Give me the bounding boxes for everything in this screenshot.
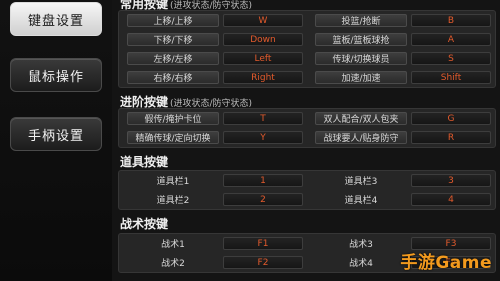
site-watermark: 手游Game (400, 253, 492, 273)
tab-gamepad-settings[interactable]: 手柄设置 (10, 117, 102, 151)
key-binding-field[interactable]: B (411, 14, 491, 27)
key-binding-field[interactable]: Right (223, 71, 303, 84)
key-binding-field[interactable]: S (411, 52, 491, 65)
action-label: 加速/加速 (315, 71, 407, 84)
tab-mouse-controls[interactable]: 鼠标操作 (10, 58, 102, 92)
key-row: 道具栏1 1 道具栏3 3 (119, 172, 495, 190)
tab-keyboard-settings[interactable]: 键盘设置 (10, 2, 102, 36)
action-label: 篮板/篮板球抢 (315, 33, 407, 46)
action-label: 上移/上移 (127, 14, 219, 27)
key-binding-field[interactable]: 4 (411, 193, 491, 206)
section-title-items-text: 道具按键 (120, 155, 169, 169)
key-row: 右移/右移 Right 加速/加速 Shift (119, 69, 495, 87)
key-row: 下移/下移 Down 篮板/篮板球抢 A (119, 31, 495, 49)
action-label: 战球要人/贴身防守 (315, 131, 407, 144)
section-title-advanced-text: 进阶按键 (120, 95, 169, 109)
action-label: 战术1 (161, 240, 185, 250)
action-label: 道具栏2 (156, 196, 190, 206)
key-binding-field[interactable]: W (223, 14, 303, 27)
key-row: 上移/上移 W 投篮/抢断 B (119, 12, 495, 30)
key-binding-field[interactable]: Shift (411, 71, 491, 84)
action-label: 道具栏1 (156, 177, 190, 187)
key-binding-field[interactable]: Y (223, 131, 303, 144)
action-label: 传球/切换球员 (315, 52, 407, 65)
action-label: 战术4 (349, 259, 373, 269)
action-label: 下移/下移 (127, 33, 219, 46)
key-binding-field[interactable]: F2 (223, 256, 303, 269)
advanced-keys-panel: 假传/掩护卡位 T 双人配合/双人包夹 G 精确传球/定向切换 Y 战球要人/贴… (118, 108, 496, 148)
key-binding-field[interactable]: G (411, 112, 491, 125)
action-label: 战术3 (349, 240, 373, 250)
settings-main: 常用按键 (进攻状态/防守状态) 上移/上移 W 投篮/抢断 B 下移/下移 Do… (112, 0, 500, 281)
section-title-items: 道具按键 (120, 153, 168, 170)
section-title-tactics-text: 战术按键 (120, 217, 169, 231)
item-keys-panel: 道具栏1 1 道具栏3 3 道具栏2 2 道具栏4 4 (118, 170, 496, 210)
action-label: 双人配合/双人包夹 (315, 112, 407, 125)
basic-keys-panel: 上移/上移 W 投篮/抢断 B 下移/下移 Down 篮板/篮板球抢 A 左移/… (118, 10, 496, 88)
key-binding-field[interactable]: 2 (223, 193, 303, 206)
section-title-tactics: 战术按键 (120, 215, 168, 232)
action-label: 精确传球/定向切换 (127, 131, 219, 144)
action-label: 左移/左移 (127, 52, 219, 65)
key-row: 假传/掩护卡位 T 双人配合/双人包夹 G (119, 110, 495, 128)
key-row: 左移/左移 Left 传球/切换球员 S (119, 50, 495, 68)
action-label: 道具栏4 (344, 196, 378, 206)
key-binding-field[interactable]: R (411, 131, 491, 144)
key-binding-field[interactable]: Down (223, 33, 303, 46)
action-label: 道具栏3 (344, 177, 378, 187)
key-row: 道具栏2 2 道具栏4 4 (119, 191, 495, 209)
action-label: 投篮/抢断 (315, 14, 407, 27)
action-label: 战术2 (161, 259, 185, 269)
action-label: 右移/右移 (127, 71, 219, 84)
key-binding-field[interactable]: A (411, 33, 491, 46)
key-row: 精确传球/定向切换 Y 战球要人/贴身防守 R (119, 129, 495, 147)
settings-sidebar: 键盘设置 鼠标操作 手柄设置 (0, 0, 112, 281)
key-binding-field[interactable]: T (223, 112, 303, 125)
key-binding-field[interactable]: F1 (223, 237, 303, 250)
key-binding-field[interactable]: Left (223, 52, 303, 65)
key-binding-field[interactable]: 3 (411, 174, 491, 187)
key-binding-field[interactable]: 1 (223, 174, 303, 187)
action-label: 假传/掩护卡位 (127, 112, 219, 125)
